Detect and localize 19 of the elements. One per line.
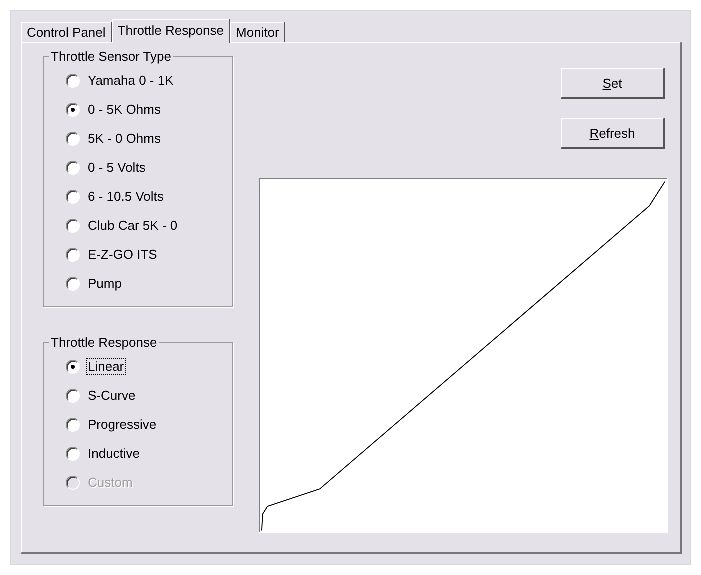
- radio-option[interactable]: 0 - 5 Volts: [66, 153, 232, 182]
- radio-option[interactable]: 5K - 0 Ohms: [66, 124, 232, 153]
- radio-option[interactable]: 0 - 5K Ohms: [66, 95, 232, 124]
- radio-option[interactable]: Progressive: [66, 410, 232, 439]
- group-title: Throttle Sensor Type: [50, 49, 172, 64]
- radio-option[interactable]: Inductive: [66, 439, 232, 468]
- radio-option[interactable]: 6 - 10.5 Volts: [66, 182, 232, 211]
- radio-option[interactable]: S-Curve: [66, 381, 232, 410]
- radio-option[interactable]: Yamaha 0 - 1K: [66, 66, 232, 95]
- tab[interactable]: Throttle Response: [112, 19, 230, 43]
- tab[interactable]: Monitor: [230, 22, 286, 42]
- tab[interactable]: Control Panel: [21, 22, 112, 42]
- button[interactable]: Refresh: [561, 118, 665, 149]
- radio-option[interactable]: Club Car 5K - 0: [66, 211, 232, 240]
- radio-option[interactable]: Linear: [66, 352, 232, 381]
- radio-option[interactable]: Pump: [66, 269, 232, 298]
- group-title: Throttle Response: [50, 335, 158, 350]
- radio-option[interactable]: E-Z-GO ITS: [66, 240, 232, 269]
- button[interactable]: Set: [561, 68, 665, 99]
